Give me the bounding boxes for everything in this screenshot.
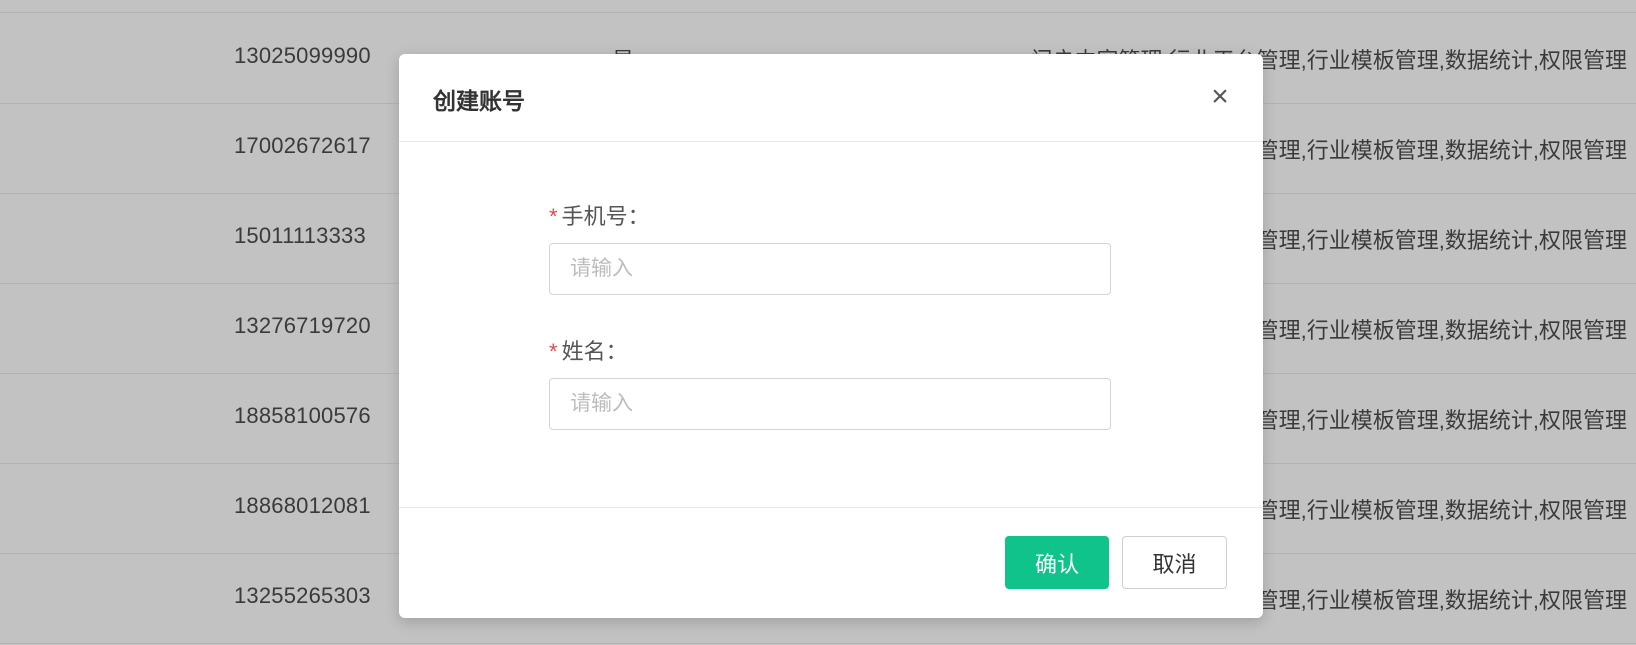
cancel-button[interactable]: 取消 [1122,536,1227,589]
required-mark: * [549,339,558,364]
dialog-title: 创建账号 [433,88,525,114]
create-account-dialog: 创建账号 × *手机号： *姓名： 确认 取消 [399,54,1263,618]
name-input[interactable] [549,378,1111,430]
row-phone: 18858100576 [234,403,371,428]
row-phone: 13025099990 [234,43,371,68]
close-icon[interactable]: × [1205,82,1235,112]
row-phone: 13255265303 [234,583,371,608]
phone-label: * 手机号： [549,199,650,231]
name-label-text: 姓名： [561,339,628,364]
row-phone: 17002672617 [234,133,371,158]
phone-input[interactable] [549,243,1111,295]
row-phone: 18868012081 [234,493,371,518]
name-label: * 姓名： [549,334,628,366]
row-phone: 15011113333 [234,223,366,248]
required-mark: * [549,204,558,229]
dialog-footer: 确认 取消 [399,507,1263,619]
row-phone: 13276719720 [234,313,371,338]
phone-label-text: 手机号： [561,204,650,229]
dialog-header: 创建账号 × [399,54,1263,142]
confirm-button[interactable]: 确认 [1005,536,1109,589]
